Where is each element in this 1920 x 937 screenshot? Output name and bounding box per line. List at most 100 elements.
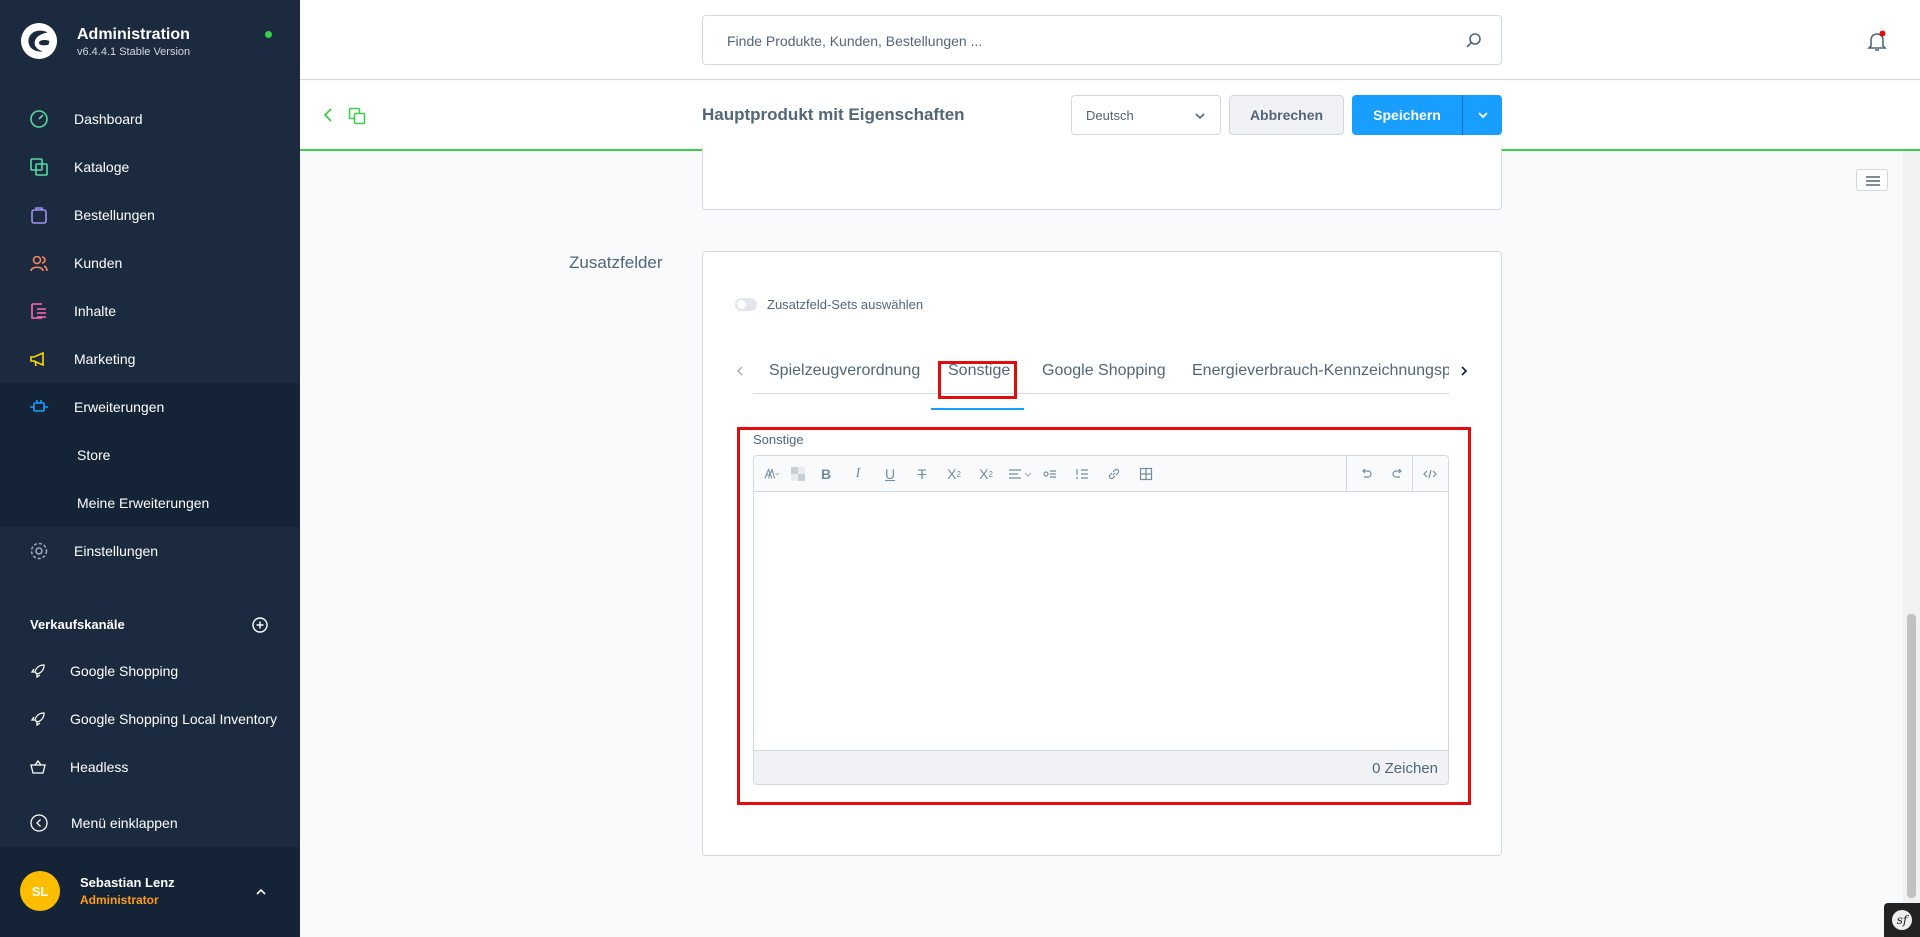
nav-item-label: Kataloge [74,159,130,175]
page-scrollbar-thumb[interactable] [1907,614,1916,898]
admin-sidebar: Administration v6.4.4.1 Stable Version D… [0,0,300,937]
custom-field-sets-toggle[interactable] [735,298,757,311]
sales-channel-google-shopping[interactable]: Google Shopping [0,647,300,695]
avatar: SL [20,871,60,911]
redo-icon[interactable] [1390,466,1406,482]
copy-icon[interactable] [348,107,366,125]
sales-channel-label: Google Shopping [70,663,179,679]
subnav-item-label: Meine Erweiterungen [77,495,210,511]
search-icon[interactable] [1465,32,1483,50]
rocket-icon [30,712,45,727]
user-role: Administrator [80,893,159,907]
ordered-list-icon[interactable] [1074,466,1090,482]
language-select[interactable]: Deutsch [1071,95,1221,135]
underline-icon[interactable]: U [882,466,898,482]
editor-content-area[interactable] [754,493,1448,750]
save-options-button[interactable] [1462,95,1502,135]
character-count: 0 Zeichen [1372,760,1438,777]
nav-item-kataloge[interactable]: Kataloge [0,143,300,191]
subscript-icon[interactable]: X2 [978,466,994,482]
sales-channel-google-shopping-local-inventory[interactable]: Google Shopping Local Inventory [0,695,300,743]
symfony-toolbar-toggle[interactable]: sf [1884,903,1920,937]
highlight-annotation-tab [938,361,1017,399]
back-arrow-icon[interactable] [321,107,335,123]
nav-item-label: Inhalte [74,303,117,319]
tab-spielzeugverordnung[interactable]: Spielzeugverordnung [769,362,920,380]
catalog-icon [30,158,48,176]
user-profile[interactable]: SL Sebastian Lenz Administrator [0,847,300,937]
sales-channel-headless[interactable]: Headless [0,743,300,791]
chevron-down-icon [1478,112,1488,119]
bold-icon[interactable]: B [818,466,834,482]
language-select-value: Deutsch [1086,108,1134,123]
subnav-item-meine-erweiterungen[interactable]: Meine Erweiterungen [0,479,300,527]
orders-icon [31,207,47,224]
custom-fields-card: Zusatzfeld-Sets auswählen Spielzeugveror… [702,251,1502,856]
nav-item-inhalte[interactable]: Inhalte [0,287,300,335]
section-label-zusatzfelder: Zusatzfelder [569,253,663,272]
chevron-down-icon [1195,113,1205,120]
text-editor: B I U T X2 X2 0 Zeichen [753,455,1449,785]
brand-header[interactable]: Administration v6.4.4.1 Stable Version [0,0,300,84]
editor-footer: 0 Zeichen [754,750,1448,784]
search-field[interactable] [702,15,1502,65]
nav-item-kunden[interactable]: Kunden [0,239,300,287]
sales-channel-label: Google Shopping Local Inventory [70,711,278,727]
tabs-scroll-right-icon[interactable] [1459,364,1469,378]
nav-item-einstellungen[interactable]: Einstellungen [0,527,300,575]
gear-icon [30,542,48,560]
subnav-item-store[interactable]: Store [0,431,300,479]
code-view-icon[interactable] [1422,466,1438,482]
nav-item-label: Kunden [74,255,123,271]
chevron-up-icon [256,888,266,895]
toolbar-separator [1412,456,1413,492]
cancel-button[interactable]: Abbrechen [1229,95,1344,135]
tab-google-shopping[interactable]: Google Shopping [1042,362,1166,380]
content-icon [31,303,46,319]
notification-bell-icon[interactable] [1865,29,1889,53]
table-icon[interactable] [1138,466,1154,482]
italic-icon[interactable]: I [850,466,866,482]
unordered-list-icon[interactable] [1042,466,1058,482]
symfony-logo-icon: sf [1892,910,1912,930]
dashboard-icon [30,110,48,128]
text-style-icon[interactable] [764,466,780,482]
nav-item-label: Einstellungen [74,543,159,559]
nav-item-dashboard[interactable]: Dashboard [0,95,300,143]
save-button[interactable]: Speichern [1352,95,1462,135]
add-sales-channel-icon[interactable] [252,617,268,633]
collapse-arrow-icon [30,814,48,832]
sidebar-toggle-button[interactable] [1856,169,1888,191]
active-tab-indicator [931,408,1024,410]
subnav-item-label: Store [77,447,111,463]
collapse-menu-label: Menü einklappen [71,815,178,831]
custom-field-sets-toggle-label: Zusatzfeld-Sets auswählen [767,297,924,312]
nav-item-label: Erweiterungen [74,399,165,415]
nav-item-bestellungen[interactable]: Bestellungen [0,191,300,239]
superscript-icon[interactable]: X2 [946,466,962,482]
custom-field-tabs-viewport: Spielzeugverordnung Sonstige Google Shop… [753,352,1449,396]
tabs-scroll-left-icon[interactable] [735,364,745,378]
toolbar-separator [1346,456,1347,492]
background-color-icon[interactable] [790,466,806,482]
strikethrough-icon[interactable]: T [914,466,930,482]
shopware-logo-icon [20,22,58,60]
extensions-icon [30,400,48,412]
link-icon[interactable] [1106,466,1122,482]
brand-version: v6.4.4.1 Stable Version [77,46,191,58]
sales-channels-heading: Verkaufskanäle [30,617,125,632]
global-search-bar [300,0,1920,80]
undo-icon[interactable] [1358,466,1374,482]
basket-icon [30,759,46,774]
collapse-menu-button[interactable]: Menü einklappen [0,800,300,846]
brand-title: Administration [77,26,190,43]
text-align-icon[interactable] [1008,466,1034,482]
nav-item-erweiterungen[interactable]: Erweiterungen [0,383,300,431]
tab-energieverbrauch-kennzeichnungspflicht[interactable]: Energieverbrauch-Kennzeichnungspflicht [1192,362,1449,380]
search-input[interactable] [727,30,1427,52]
nav-item-label: Marketing [74,351,136,367]
smart-bar: Hauptprodukt mit Eigenschaften Deutsch A… [300,81,1920,151]
nav-item-marketing[interactable]: Marketing [0,335,300,383]
marketing-icon [30,351,44,367]
user-name: Sebastian Lenz [80,875,175,890]
